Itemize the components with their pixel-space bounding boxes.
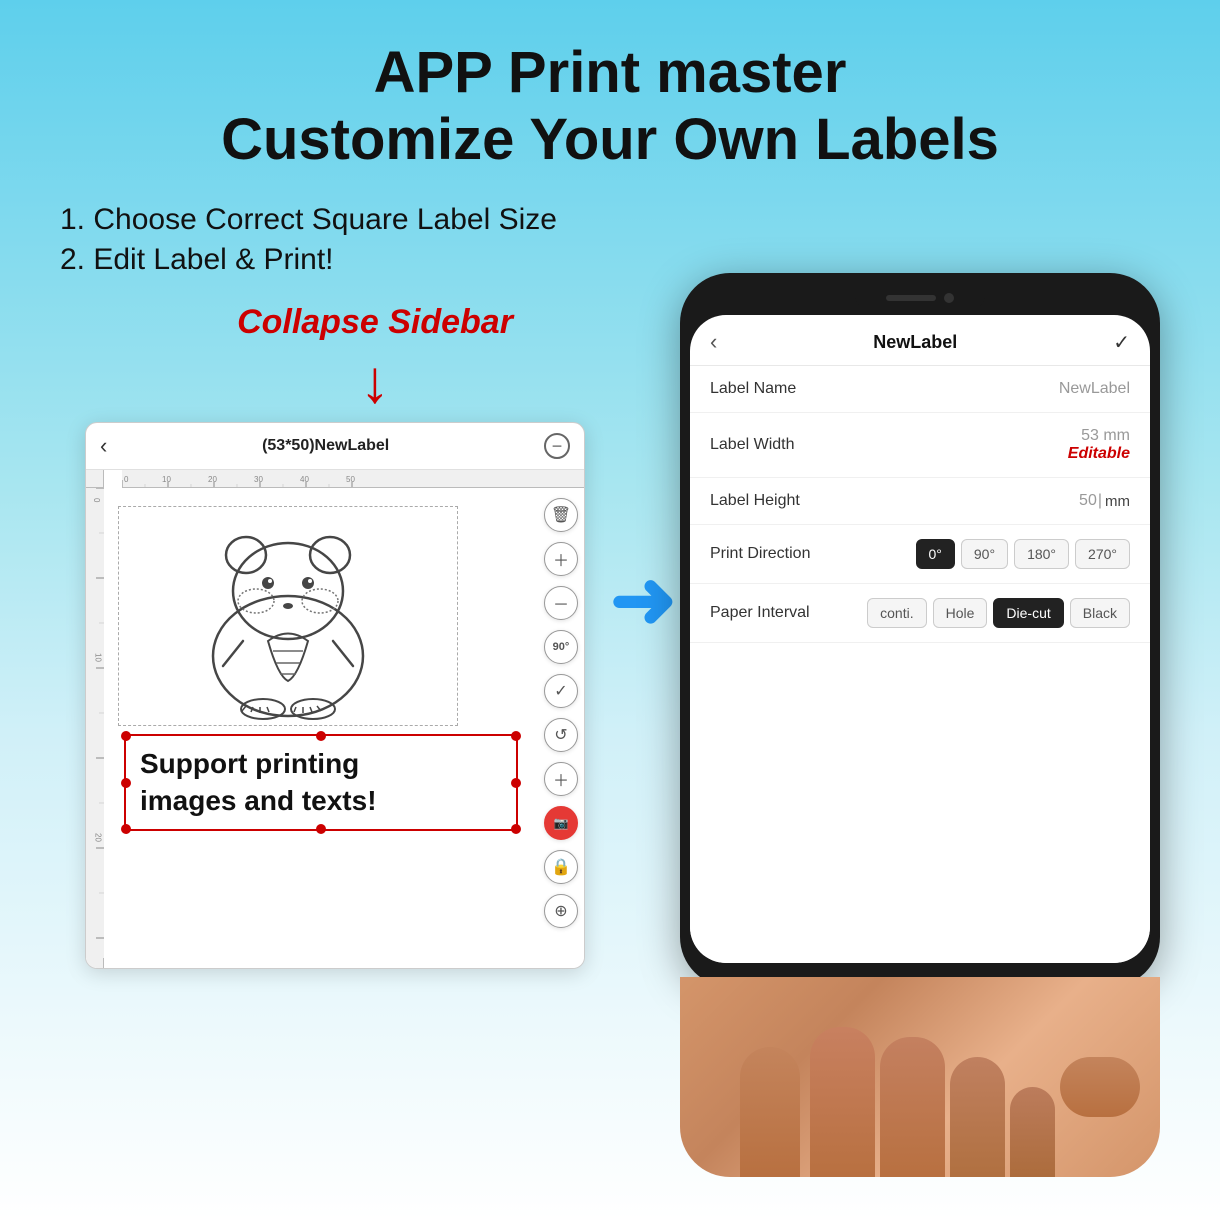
notch-camera [944,293,954,303]
label-height-input[interactable]: 50 mm [1079,492,1130,510]
notch-speaker [886,295,936,301]
label-width-value: 53 mm [1081,427,1130,445]
form-row-label-height: Label Height 50 mm [690,478,1150,525]
label-height-unit: mm [1105,493,1130,510]
hamster-illustration [188,511,388,721]
phone-back-button[interactable]: ‹ [710,329,717,355]
direction-180-button[interactable]: 180° [1014,539,1069,569]
interval-diecut-button[interactable]: Die-cut [993,598,1063,628]
step-1: 1. Choose Correct Square Label Size [60,203,1160,237]
hand-area [680,977,1160,1177]
interval-buttons-group: conti. Hole Die-cut Black [867,598,1130,628]
phone-mockup: ‹ NewLabel ✓ Label Name NewLabel Label W… [680,273,1160,987]
label-width-field-label: Label Width [710,436,795,454]
phone-check-button[interactable]: ✓ [1113,330,1130,355]
form-row-label-name: Label Name NewLabel [690,366,1150,413]
canvas-area: 0 10 20 30 40 50 [86,488,584,968]
resize-handle-bl[interactable] [121,824,131,834]
svg-text:50: 50 [346,475,355,484]
label-height-field-label: Label Height [710,492,800,510]
support-text-line1: Support printing [140,746,502,782]
zoom-in-button[interactable]: ＋ [544,542,578,576]
direction-buttons-group: 0° 90° 180° 270° [916,539,1131,569]
label-height-value: 50 [1079,492,1097,510]
direction-0-button[interactable]: 0° [916,539,955,569]
confirm-button[interactable]: ✓ [544,674,578,708]
app-card-title: (53*50)NewLabel [262,437,389,455]
app-minus-button[interactable]: − [544,433,570,459]
resize-handle-mr[interactable] [511,778,521,788]
left-app-card: ‹ (53*50)NewLabel − 0 10 20 [85,422,585,969]
support-text-line2: images and texts! [140,783,502,819]
header-title: APP Print master Customize Your Own Labe… [20,40,1200,173]
delete-button[interactable]: 🗑 [544,498,578,532]
print-direction-label: Print Direction [710,545,810,563]
collapse-arrow: ↓ [360,352,390,412]
paper-interval-label: Paper Interval [710,604,810,622]
phone-app-header: ‹ NewLabel ✓ [690,315,1150,366]
direction-270-button[interactable]: 270° [1075,539,1130,569]
app-back-button[interactable]: ‹ [100,433,107,459]
collapse-sidebar-label: Collapse Sidebar [237,303,513,342]
header-line2: Customize Your Own Labels [221,107,999,172]
form-row-print-direction: Print Direction 0° 90° 180° 270° [690,525,1150,584]
add-button[interactable]: ＋ [544,762,578,796]
rotate-button[interactable]: 90° [544,630,578,664]
horizontal-ruler: 0 10 20 30 40 50 [122,470,584,488]
hamster-container [118,506,458,726]
label-width-editable-hint: Editable [1068,445,1130,463]
canvas-content: Support printing images and texts! [104,488,538,968]
phone-form: Label Name NewLabel Label Width 53 mm Ed… [690,366,1150,643]
image-button[interactable]: 📷 [544,806,578,840]
resize-handle-br[interactable] [511,824,521,834]
support-text-box: Support printing images and texts! [124,734,518,831]
svg-text:0: 0 [92,498,101,503]
main-content: Collapse Sidebar ↓ ‹ (53*50)NewLabel − 0 [0,303,1220,1177]
interval-conti-button[interactable]: conti. [867,598,926,628]
label-name-field-label: Label Name [710,380,796,398]
svg-text:30: 30 [254,475,263,484]
resize-handle-tc[interactable] [316,731,326,741]
interval-hole-button[interactable]: Hole [933,598,988,628]
form-row-paper-interval: Paper Interval conti. Hole Die-cut Black [690,584,1150,643]
resize-handle-bc[interactable] [316,824,326,834]
phone-screen: ‹ NewLabel ✓ Label Name NewLabel Label W… [690,315,1150,963]
phone-lower-screen [690,643,1150,963]
ruler-svg-v: 0 10 20 30 40 50 [86,488,104,958]
svg-text:20: 20 [208,475,217,484]
resize-handle-tl[interactable] [121,731,131,741]
phone-bottom-bar [690,963,1150,973]
svg-text:0: 0 [124,475,129,484]
app-card-header: ‹ (53*50)NewLabel − [86,423,584,470]
resize-handle-ml[interactable] [121,778,131,788]
vertical-ruler: 0 10 20 30 40 50 [86,488,104,968]
lock-button[interactable]: 🔒 [544,850,578,884]
zoom-out-button[interactable]: － [544,586,578,620]
step-2: 2. Edit Label & Print! [60,243,1160,277]
direction-90-button[interactable]: 90° [961,539,1008,569]
add-element-button[interactable]: ⊕ [544,894,578,928]
phone-notch [855,287,985,309]
svg-text:10: 10 [162,475,171,484]
svg-text:20: 20 [94,833,103,842]
svg-text:10: 10 [94,653,103,662]
text-cursor [1098,492,1102,510]
header-section: APP Print master Customize Your Own Labe… [0,0,1220,193]
phone-app-title: NewLabel [873,332,957,353]
right-toolbar: 🗑 ＋ － 90° ✓ ↺ ＋ 📷 🔒 ⊕ [538,488,584,968]
undo-button[interactable]: ↺ [544,718,578,752]
ruler-svg-h: 0 10 20 30 40 50 [122,470,584,488]
header-line1: APP Print master [374,40,847,105]
interval-black-button[interactable]: Black [1070,598,1130,628]
label-name-value: NewLabel [1059,380,1130,398]
blue-arrow-icon: ➜ [610,553,677,646]
svg-text:40: 40 [300,475,309,484]
right-section: ➜ ‹ NewLabel ✓ Label Name [660,273,1180,1177]
resize-handle-tr[interactable] [511,731,521,741]
form-row-label-width: Label Width 53 mm Editable [690,413,1150,478]
left-section: Collapse Sidebar ↓ ‹ (53*50)NewLabel − 0 [40,303,630,969]
